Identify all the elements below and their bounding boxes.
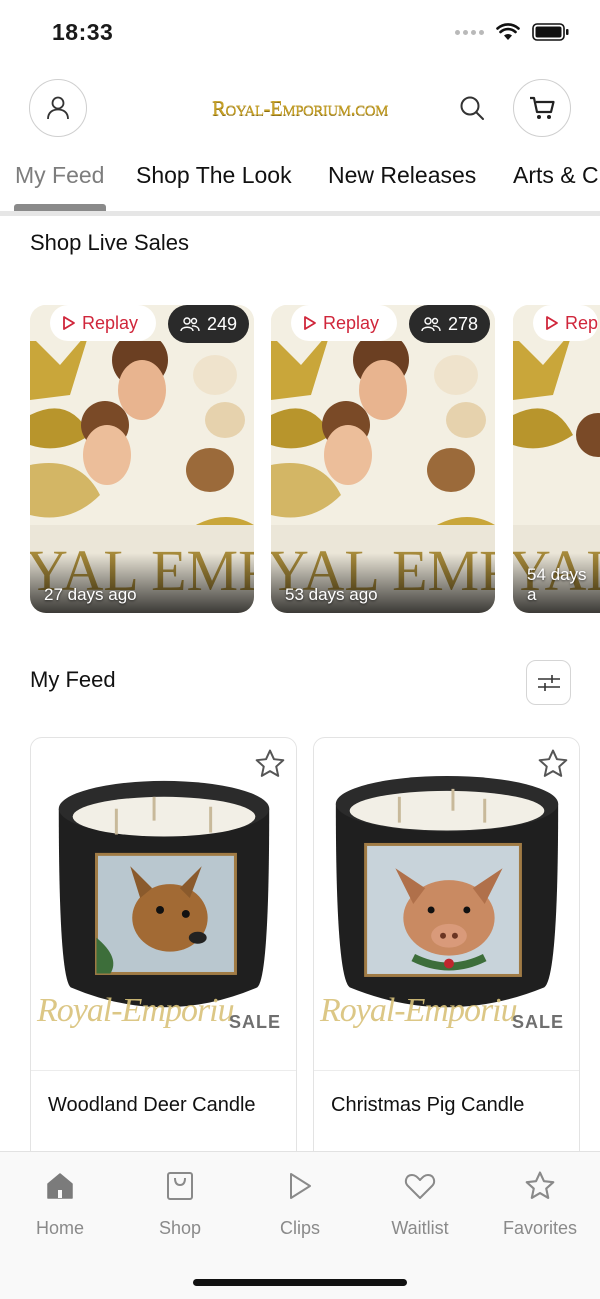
play-outline-icon — [304, 316, 316, 330]
nav-shop-label: Shop — [158, 1218, 202, 1238]
sale-badge: SALE — [511, 1012, 564, 1032]
tabs-divider — [0, 211, 600, 216]
bottom-navigation: Home Shop Clips Waitlist Favorites — [0, 1151, 600, 1299]
live-sale-age: 27 days ago — [44, 585, 137, 604]
filter-button[interactable] — [526, 660, 571, 705]
live-sale-age: 53 days ago — [285, 585, 378, 604]
nav-clips-label: Clips — [279, 1218, 320, 1238]
heart-icon — [404, 1174, 436, 1199]
replay-label: Rep — [565, 312, 599, 333]
shop-bag-icon — [167, 1172, 193, 1200]
live-sale-card[interactable]: YAL Rep 54 days a — [513, 305, 600, 613]
live-sales-title: Shop Live Sales — [30, 230, 189, 255]
nav-shop[interactable]: Shop — [125, 1168, 235, 1239]
replay-badge[interactable]: Rep — [533, 305, 599, 341]
favorite-button[interactable] — [535, 746, 571, 782]
wifi-icon — [496, 23, 520, 40]
brand-logo[interactable]: Royal-Emporium.com — [200, 90, 400, 126]
status-icons — [455, 22, 570, 42]
live-sale-card[interactable]: YAL EMPORIU Replay 278 53 days ago — [271, 305, 495, 613]
replay-label: Replay — [82, 312, 139, 333]
product-name[interactable]: Christmas Pig Candle — [331, 1090, 561, 1120]
viewer-count: 249 — [207, 313, 238, 334]
play-outline-icon — [546, 316, 558, 330]
tab-shop-the-look[interactable]: Shop The Look — [136, 162, 292, 189]
replay-label: Replay — [323, 312, 380, 333]
card-divider — [31, 1070, 296, 1071]
active-tab-indicator — [14, 204, 106, 211]
status-time: 18:33 — [52, 19, 114, 45]
signal-icon — [455, 29, 484, 35]
product-watermark: Royal-Emporiu — [320, 992, 518, 1029]
sliders-icon — [537, 674, 560, 691]
user-icon — [47, 96, 69, 120]
star-outline-icon — [538, 749, 568, 777]
product-watermark: Royal-Emporiu — [37, 992, 235, 1029]
viewers-icon — [421, 317, 441, 332]
viewers-badge: 278 — [409, 305, 491, 343]
sale-badge: SALE — [228, 1012, 281, 1032]
product-card[interactable]: Royal-Emporiu SALE Christmas Pig Candle — [313, 737, 580, 1177]
live-sale-age: 54 days a — [527, 565, 587, 604]
nav-favorites[interactable]: Favorites — [485, 1168, 595, 1239]
favorite-button[interactable] — [252, 746, 288, 782]
search-icon — [460, 96, 484, 120]
tab-my-feed[interactable]: My Feed — [15, 162, 104, 189]
nav-home-label: Home — [35, 1218, 84, 1238]
nav-clips[interactable]: Clips — [245, 1168, 355, 1239]
live-sale-card[interactable]: YAL EMPORIU Replay 249 27 days ago — [30, 305, 254, 613]
star-outline-icon — [255, 749, 285, 777]
nav-waitlist[interactable]: Waitlist — [365, 1168, 475, 1239]
home-icon — [47, 1173, 73, 1199]
tab-arts[interactable]: Arts & C — [513, 162, 599, 189]
category-tabs: My Feed Shop The Look New Releases Arts … — [0, 150, 600, 216]
nav-waitlist-label: Waitlist — [391, 1218, 449, 1238]
replay-badge[interactable]: Replay — [50, 305, 157, 341]
tab-new-releases[interactable]: New Releases — [328, 162, 476, 189]
profile-button[interactable] — [29, 79, 87, 137]
play-outline-icon — [63, 316, 75, 330]
replay-badge[interactable]: Replay — [291, 305, 398, 341]
product-name[interactable]: Woodland Deer Candle — [48, 1090, 278, 1120]
viewers-icon — [180, 317, 200, 332]
home-indicator[interactable] — [193, 1279, 407, 1286]
viewers-badge: 249 — [168, 305, 250, 343]
app-header: Royal-Emporium.com — [0, 72, 600, 144]
search-button[interactable] — [456, 92, 488, 124]
viewer-count: 278 — [448, 313, 479, 334]
cart-icon — [530, 96, 555, 119]
product-card[interactable]: Royal-Emporiu SALE Woodland Deer Candle — [30, 737, 297, 1177]
cart-button[interactable] — [513, 79, 571, 137]
star-icon — [525, 1171, 555, 1199]
card-divider — [314, 1070, 579, 1071]
battery-icon — [532, 23, 569, 41]
feed-title: My Feed — [30, 667, 116, 692]
status-bar: 18:33 — [0, 0, 600, 66]
nav-home[interactable]: Home — [5, 1168, 115, 1239]
play-icon — [290, 1173, 311, 1199]
nav-favorites-label: Favorites — [502, 1218, 578, 1238]
